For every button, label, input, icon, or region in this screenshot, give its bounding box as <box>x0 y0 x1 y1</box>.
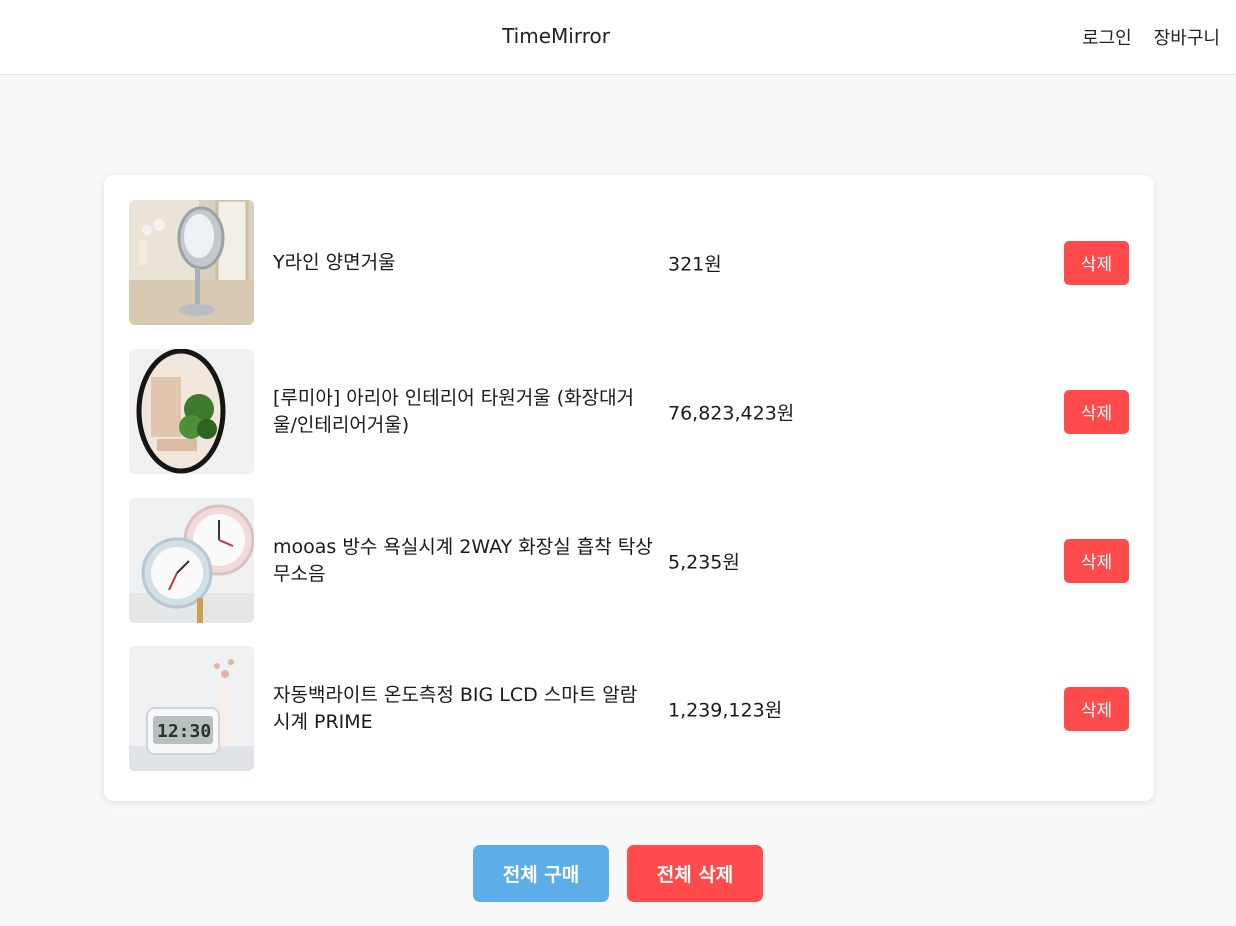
top-header: TimeMirror 로그인 장바구니 <box>0 0 1236 75</box>
cart-list: Y라인 양면거울 321원 삭제 [루미아] 아리아 인테리어 타원거울 (화장… <box>104 175 1154 801</box>
cart-actions: 전체 구매 전체 삭제 <box>0 845 1236 902</box>
cart-item: [루미아] 아리아 인테리어 타원거울 (화장대거울/인테리어거울) 76,82… <box>129 349 1129 474</box>
product-image-lcd-clock: 12:30 <box>129 646 254 771</box>
product-price: 76,823,423원 <box>668 402 795 424</box>
cart-item: Y라인 양면거울 321원 삭제 <box>129 200 1129 325</box>
delete-item-button[interactable]: 삭제 <box>1064 538 1129 583</box>
product-image-vanity-mirror <box>129 200 254 325</box>
delete-item-button[interactable]: 삭제 <box>1064 389 1129 434</box>
delete-item-button[interactable]: 삭제 <box>1064 686 1129 731</box>
brand-logo[interactable]: TimeMirror <box>0 24 1112 48</box>
cart-item: mooas 방수 욕실시계 2WAY 화장실 흡착 탁상 무소음 5,235원 … <box>129 498 1129 623</box>
cart-link[interactable]: 장바구니 <box>1154 24 1220 50</box>
product-name: mooas 방수 욕실시계 2WAY 화장실 흡착 탁상 무소음 <box>273 535 653 585</box>
login-link[interactable]: 로그인 <box>1082 24 1132 50</box>
product-name: 자동백라이트 온도측정 BIG LCD 스마트 알람시계 PRIME <box>273 683 638 733</box>
product-image-oval-mirror <box>129 349 254 474</box>
buy-all-button[interactable]: 전체 구매 <box>473 845 609 902</box>
delete-item-button[interactable]: 삭제 <box>1064 240 1129 285</box>
top-nav: 로그인 장바구니 <box>1082 24 1220 50</box>
cart-item: 12:30 자동백라이트 온도측정 BIG LCD 스마트 알람시계 PRIME… <box>129 646 1129 771</box>
delete-all-button[interactable]: 전체 삭제 <box>627 845 763 902</box>
product-price: 1,239,123원 <box>668 699 783 721</box>
product-name: [루미아] 아리아 인테리어 타원거울 (화장대거울/인테리어거울) <box>273 386 635 436</box>
product-price: 321원 <box>668 253 722 275</box>
lcd-time-text: 12:30 <box>157 721 211 742</box>
product-name: Y라인 양면거울 <box>273 251 396 273</box>
product-image-bathroom-clock <box>129 498 254 623</box>
product-price: 5,235원 <box>668 551 740 573</box>
